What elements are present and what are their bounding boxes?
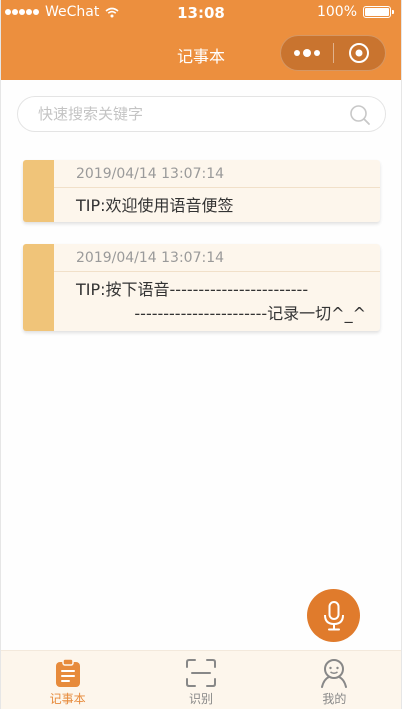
note-date: 2019/04/14 13:07:14 [76,250,225,266]
note-text-line: TIP:欢迎使用语音便签 [76,196,234,215]
note-stripe [23,160,54,222]
target-circle-icon [349,43,370,63]
person-icon [317,657,351,689]
clipboard-icon [51,657,85,689]
battery-percent: 100% [316,4,357,20]
note-divider [54,271,380,272]
tab-mine[interactable]: 我的 [268,651,401,709]
note-item[interactable]: 2019/04/14 13:07:14 TIP:按下语音------------… [23,244,380,331]
search-bar [17,96,386,132]
scan-icon [184,657,218,689]
note-text: TIP:按下语音------------------------ -------… [76,278,366,326]
tab-recognize[interactable]: 识别 [134,651,267,709]
tab-label: 我的 [322,692,347,706]
close-button[interactable] [333,36,385,70]
more-button[interactable] [281,36,333,70]
tab-notes[interactable]: 记事本 [1,651,134,709]
tab-label: 记事本 [49,692,86,706]
note-text: TIP:欢迎使用语音便签 [76,194,366,218]
note-date: 2019/04/14 13:07:14 [76,166,225,182]
tab-bar: 记事本 识别 我的 [1,650,401,709]
note-stripe [23,244,54,331]
status-bar: WeChat 13:08 100% [1,0,401,26]
search-icon[interactable] [349,104,371,126]
app-screen: WeChat 13:08 100% 记事本 快速搜索关键字 2019/04/14… [0,0,402,709]
tab-label: 识别 [188,692,213,706]
search-input[interactable] [38,97,341,131]
note-text-line: TIP:按下语音------------------------ [76,280,309,299]
navigation-bar: 记事本 [1,26,401,80]
note-text-line: -----------------------记录一切^_^ [134,304,366,323]
battery-icon [363,6,394,18]
voice-record-button[interactable] [307,589,360,642]
note-divider [54,187,380,188]
microphone-icon [323,600,344,630]
note-item[interactable]: 2019/04/14 13:07:14 TIP:欢迎使用语音便签 [23,160,380,222]
mini-program-capsule [280,35,386,71]
status-right: 100% [316,4,394,20]
more-dots-icon [293,50,300,56]
